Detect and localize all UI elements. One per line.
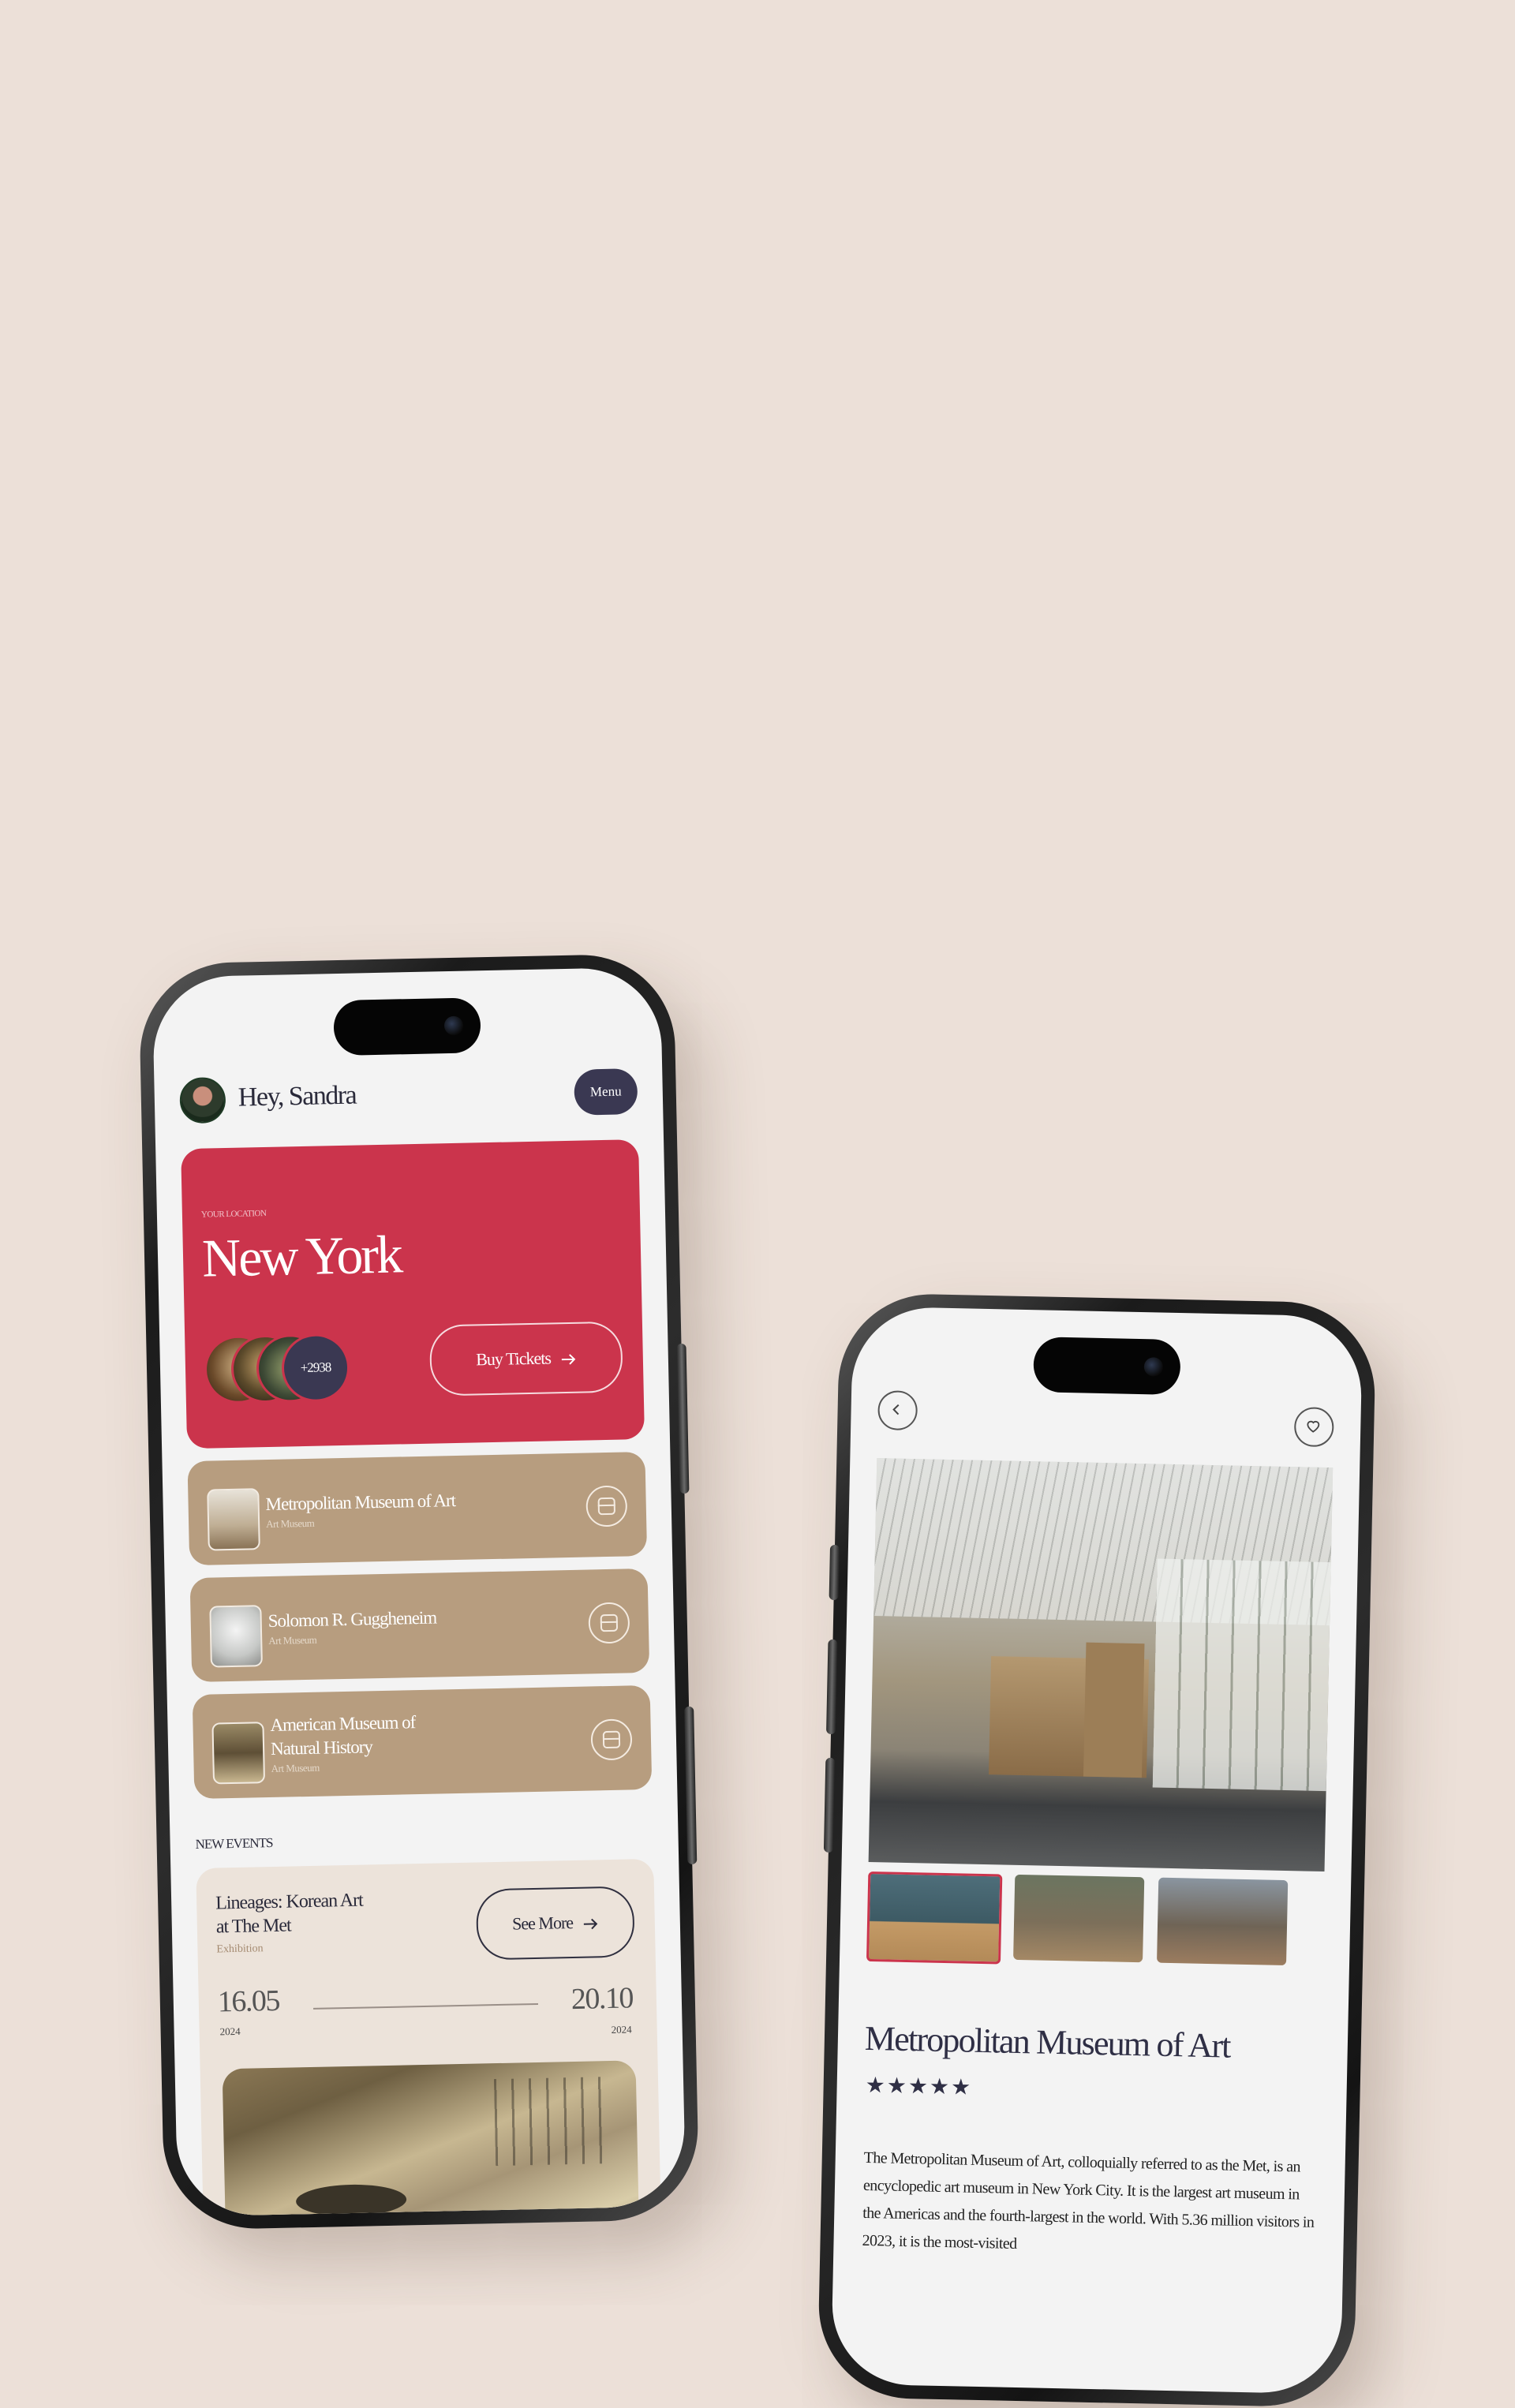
chevron-left-icon xyxy=(892,1404,900,1415)
favorite-button[interactable] xyxy=(1293,1407,1334,1448)
event-type: Exhibition xyxy=(216,1942,264,1956)
gallery-thumbnail[interactable] xyxy=(1157,1877,1289,1966)
event-end-date: 20.10 xyxy=(570,1981,634,2017)
arrow-right-icon xyxy=(583,1918,597,1930)
dynamic-island xyxy=(333,997,481,1056)
museum-name: Solomon R. Guggheneim xyxy=(267,1607,437,1632)
home-screen: Hey, Sandra Menu YOUR LOCATION New York … xyxy=(152,967,686,2217)
detail-screen: Metropolitan Museum of Art ★★★★★ The Met… xyxy=(830,1306,1364,2395)
location-label: YOUR LOCATION xyxy=(200,1208,267,1220)
side-button xyxy=(684,1706,698,1864)
museum-name: Metropolitan Museum of Art xyxy=(265,1490,456,1515)
arrow-right-icon xyxy=(561,1354,575,1365)
museum-hero-image xyxy=(868,1458,1334,1872)
image-gallery xyxy=(866,1871,1324,1968)
buy-tickets-button[interactable]: Buy Tickets xyxy=(428,1321,623,1397)
greeting: Hey, Sandra xyxy=(238,1080,357,1112)
home-header: Hey, Sandra Menu xyxy=(179,1068,638,1130)
museum-name: American Museum of Natural History xyxy=(270,1712,416,1759)
dynamic-island xyxy=(1033,1337,1181,1396)
museum-description: The Metropolitan Museum of Art, colloqui… xyxy=(862,2148,1315,2253)
back-button[interactable] xyxy=(877,1390,918,1431)
ticket-icon[interactable] xyxy=(590,1718,633,1761)
star-rating: ★★★★★ xyxy=(865,2072,972,2101)
museum-type: Art Museum xyxy=(271,1761,320,1774)
action-button xyxy=(829,1544,840,1601)
museum-card[interactable]: Metropolitan Museum of Art Art Museum xyxy=(187,1451,648,1566)
event-start-year: 2024 xyxy=(219,2025,241,2038)
museum-card[interactable]: Solomon R. Guggheneim Art Museum xyxy=(189,1568,650,1683)
museum-title: Metropolitan Museum of Art xyxy=(864,2018,1231,2066)
avatar[interactable] xyxy=(179,1077,226,1124)
event-card[interactable]: Lineages: Korean Art at The Met Exhibiti… xyxy=(196,1858,664,2217)
camera-icon xyxy=(443,1015,464,1036)
ticket-icon[interactable] xyxy=(585,1485,628,1527)
museum-type: Art Museum xyxy=(266,1516,315,1531)
visitor-avatars: +2938 xyxy=(204,1333,350,1404)
event-end-year: 2024 xyxy=(611,2023,632,2036)
volume-down-button xyxy=(823,1757,836,1853)
see-more-label: See More xyxy=(511,1913,574,1934)
heart-icon xyxy=(1307,1420,1320,1433)
gallery-thumbnail-selected[interactable] xyxy=(866,1871,1003,1965)
museum-thumbnail xyxy=(207,1488,260,1551)
see-more-button[interactable]: See More xyxy=(475,1886,635,1961)
phone-home: Hey, Sandra Menu YOUR LOCATION New York … xyxy=(138,953,700,2230)
event-start-date: 16.05 xyxy=(217,1984,280,2019)
camera-icon xyxy=(1143,1357,1164,1377)
date-range-divider xyxy=(313,2002,538,2010)
buy-tickets-label: Buy Tickets xyxy=(475,1348,552,1370)
section-title: NEW EVENTS xyxy=(195,1834,273,1853)
star-icon: ★★★★★ xyxy=(865,2073,973,2100)
power-button xyxy=(676,1343,690,1494)
phone-detail: Metropolitan Museum of Art ★★★★★ The Met… xyxy=(817,1292,1377,2408)
gallery-thumbnail[interactable] xyxy=(1013,1874,1145,1963)
visitor-count: +2938 xyxy=(281,1333,350,1403)
museum-thumbnail xyxy=(211,1722,266,1785)
menu-button[interactable]: Menu xyxy=(574,1068,638,1116)
ticket-icon[interactable] xyxy=(588,1602,630,1644)
event-artwork-image xyxy=(222,2060,640,2217)
volume-up-button xyxy=(826,1639,838,1735)
location-card: YOUR LOCATION New York +2938 Buy Tickets xyxy=(181,1139,645,1449)
museum-thumbnail xyxy=(209,1605,263,1668)
museum-card[interactable]: American Museum of Natural History Art M… xyxy=(192,1684,653,1800)
event-title: Lineages: Korean Art at The Met xyxy=(215,1890,364,1938)
museum-type: Art Museum xyxy=(268,1633,317,1647)
location-city: New York xyxy=(201,1224,402,1288)
